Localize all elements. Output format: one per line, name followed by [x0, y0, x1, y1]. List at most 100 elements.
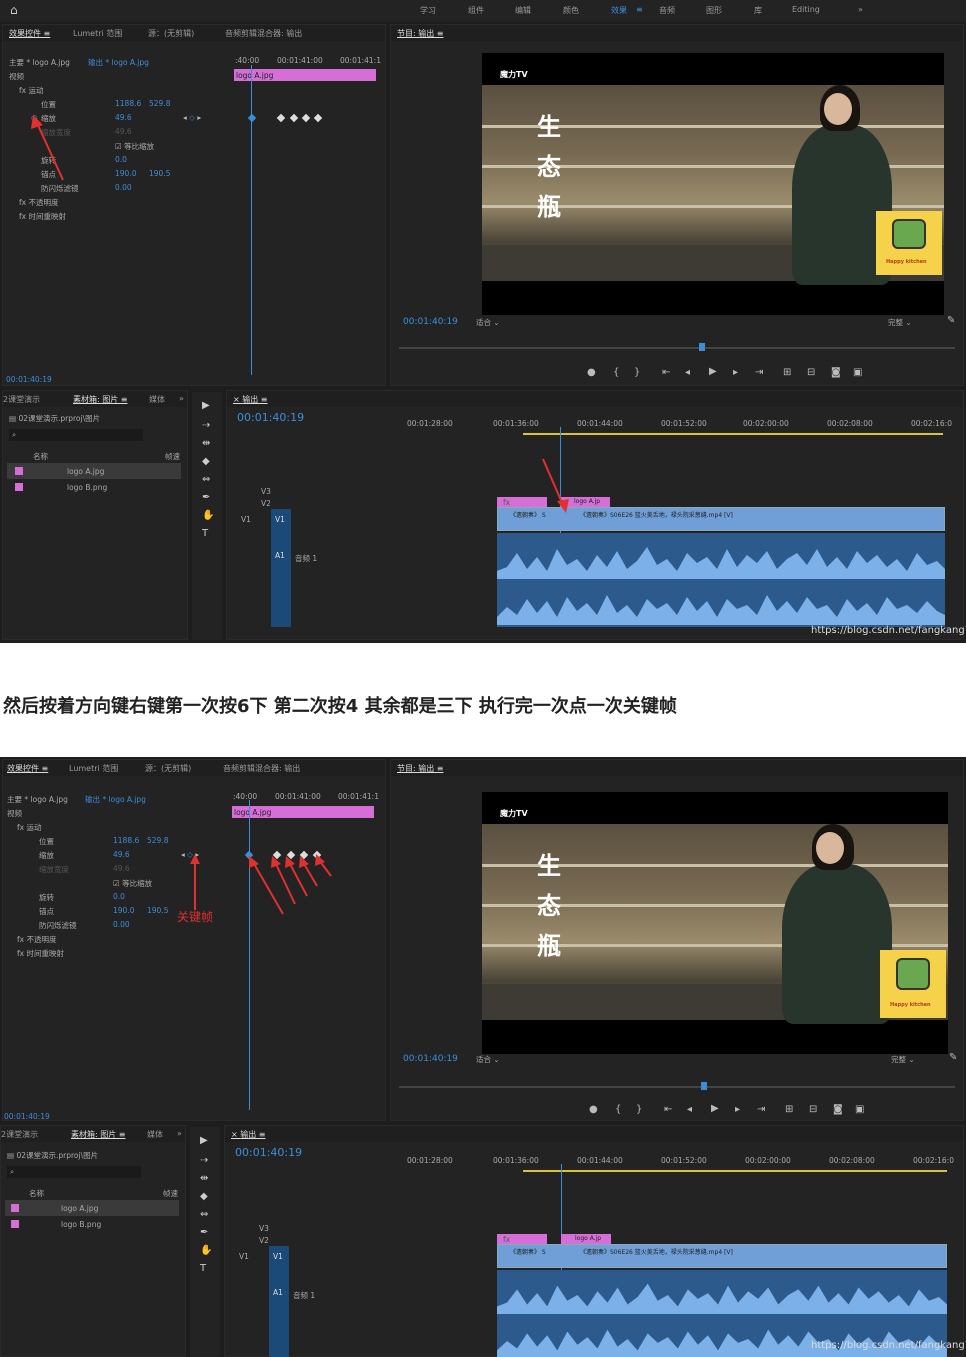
- fx-clip[interactable]: fx: [497, 1234, 547, 1244]
- program-scrub-bar[interactable]: [399, 347, 955, 349]
- extract-icon[interactable]: ⊟: [807, 367, 815, 378]
- keyframe[interactable]: [289, 113, 299, 123]
- ws-tab-assembly[interactable]: 组件: [468, 5, 484, 16]
- quality-dropdown[interactable]: 完整 ⌄: [888, 317, 912, 328]
- timeline-timecode[interactable]: 00:01:40:19: [235, 1146, 302, 1159]
- go-to-in-icon[interactable]: ⇤: [662, 367, 670, 378]
- uniform-scale-checkbox[interactable]: ☑ 等比缩放: [113, 878, 152, 889]
- anchor-y[interactable]: 190.5: [147, 906, 168, 915]
- keyframe-nav[interactable]: ◂ ◇ ▸: [183, 113, 201, 122]
- tab-media[interactable]: 媒体: [147, 1129, 163, 1140]
- a1-target[interactable]: [269, 1246, 289, 1357]
- ws-overflow-icon[interactable]: »: [858, 5, 863, 14]
- anchor-x[interactable]: 190.0: [115, 169, 136, 178]
- tab-lumetri[interactable]: Lumetri 范围: [73, 28, 122, 39]
- tab-overflow[interactable]: »: [179, 394, 184, 403]
- camera-icon[interactable]: ◙: [833, 1104, 843, 1115]
- razor-icon[interactable]: ◆: [200, 1191, 208, 1202]
- sequence-clip[interactable]: 输出 * logo A.jpg: [85, 794, 146, 805]
- position-x[interactable]: 1188.6: [113, 836, 139, 845]
- track-select-icon[interactable]: ⇢: [202, 420, 210, 431]
- mark-out-icon[interactable]: }: [636, 1104, 642, 1115]
- program-playhead[interactable]: [699, 343, 705, 351]
- clip-bar[interactable]: logo A.jpg: [232, 806, 374, 818]
- tab-lumetri[interactable]: Lumetri 范围: [69, 763, 118, 774]
- anchor-x[interactable]: 190.0: [113, 906, 134, 915]
- opacity-label[interactable]: fx 不透明度: [19, 197, 58, 208]
- tab-source[interactable]: 源：(无剪辑): [145, 763, 191, 774]
- tab-overflow[interactable]: »: [177, 1129, 182, 1138]
- mark-in-icon[interactable]: {: [615, 1104, 621, 1115]
- time-remap-label[interactable]: fx 时间重映射: [19, 211, 66, 222]
- rotation-value[interactable]: 0.0: [115, 155, 127, 164]
- search-input[interactable]: ⌕: [9, 429, 143, 441]
- tab-audio-mixer[interactable]: 音频剪辑混合器: 输出: [223, 763, 300, 774]
- list-item[interactable]: logo A.jpg: [5, 1200, 179, 1216]
- list-item[interactable]: logo A.jpg: [7, 463, 181, 479]
- wrench-icon[interactable]: ✎: [949, 1052, 957, 1063]
- anchor-y[interactable]: 190.5: [149, 169, 170, 178]
- work-area-bar[interactable]: [523, 1170, 947, 1172]
- ws-tab-library[interactable]: 库: [754, 5, 762, 16]
- ec-playhead[interactable]: [251, 65, 252, 375]
- uniform-scale-checkbox[interactable]: ☑ 等比缩放: [115, 141, 154, 152]
- timeline-timecode[interactable]: 00:01:40:19: [237, 411, 304, 424]
- a1-target[interactable]: [271, 509, 291, 627]
- type-icon[interactable]: T: [200, 1263, 206, 1274]
- ws-tab-editing[interactable]: Editing: [792, 5, 820, 14]
- selection-tool-icon[interactable]: ▶: [200, 1135, 208, 1146]
- razor-icon[interactable]: ◆: [202, 456, 210, 467]
- name-header[interactable]: 名称: [29, 1188, 44, 1199]
- wrench-icon[interactable]: ✎: [947, 315, 955, 326]
- audio-clip[interactable]: [497, 533, 945, 627]
- logo-a-clip[interactable]: logo A.jp: [561, 1234, 611, 1244]
- ws-tab-edit[interactable]: 编辑: [515, 5, 531, 16]
- position-y[interactable]: 529.8: [149, 99, 170, 108]
- ripple-edit-icon[interactable]: ⇹: [202, 438, 210, 449]
- program-timecode[interactable]: 00:01:40:19: [403, 317, 458, 327]
- timeline-title[interactable]: × 输出 ≡: [231, 1129, 266, 1140]
- fps-header[interactable]: 帧速: [165, 451, 180, 462]
- go-to-in-icon[interactable]: ⇤: [664, 1104, 672, 1115]
- go-to-out-icon[interactable]: ⇥: [757, 1104, 765, 1115]
- mark-out-icon[interactable]: }: [634, 367, 640, 378]
- program-title[interactable]: 节目: 输出 ≡: [397, 28, 443, 39]
- track-v1[interactable]: V1: [241, 515, 251, 524]
- step-forward-icon[interactable]: ▸: [735, 1104, 740, 1115]
- tab-project[interactable]: 2课堂演示: [3, 394, 40, 405]
- work-area-bar[interactable]: [523, 433, 943, 435]
- lift-icon[interactable]: ⊞: [785, 1104, 793, 1115]
- ec-playhead[interactable]: [249, 800, 250, 1110]
- step-back-icon[interactable]: ◂: [685, 367, 690, 378]
- flicker-value[interactable]: 0.00: [113, 920, 130, 929]
- tab-bin[interactable]: 素材箱: 图片 ≡: [71, 1129, 125, 1140]
- master-clip[interactable]: 主要 * logo A.jpg: [7, 794, 68, 805]
- home-icon[interactable]: ⌂: [10, 3, 18, 17]
- position-y[interactable]: 529.8: [147, 836, 168, 845]
- slip-icon[interactable]: ⇔: [202, 474, 210, 485]
- extract-icon[interactable]: ⊟: [809, 1104, 817, 1115]
- lift-icon[interactable]: ⊞: [783, 367, 791, 378]
- camera-icon[interactable]: ◙: [831, 367, 841, 378]
- list-item[interactable]: logo B.png: [7, 479, 181, 495]
- hand-icon[interactable]: ✋: [202, 510, 214, 521]
- program-playhead[interactable]: [701, 1082, 707, 1090]
- ws-tab-color[interactable]: 颜色: [563, 5, 579, 16]
- tab-effect-controls[interactable]: 效果控件 ≡: [9, 28, 50, 39]
- marker-icon[interactable]: ●: [589, 1104, 598, 1115]
- tab-source[interactable]: 源：(无剪辑): [148, 28, 194, 39]
- track-v3[interactable]: V3: [261, 487, 271, 496]
- rotation-value[interactable]: 0.0: [113, 892, 125, 901]
- search-input[interactable]: ⌕: [7, 1166, 141, 1178]
- time-remap-label[interactable]: fx 时间重映射: [17, 948, 64, 959]
- settings-icon[interactable]: ▣: [853, 367, 862, 378]
- play-icon[interactable]: ▶: [709, 366, 717, 377]
- track-select-icon[interactable]: ⇢: [200, 1155, 208, 1166]
- clip-bar[interactable]: logo A.jpg: [234, 69, 376, 81]
- marker-icon[interactable]: ●: [587, 367, 596, 378]
- track-v3[interactable]: V3: [259, 1224, 269, 1233]
- keyframe[interactable]: [247, 113, 257, 123]
- mark-in-icon[interactable]: {: [613, 367, 619, 378]
- program-title[interactable]: 节目: 输出 ≡: [397, 763, 443, 774]
- tab-bin[interactable]: 素材箱: 图片 ≡: [73, 394, 127, 405]
